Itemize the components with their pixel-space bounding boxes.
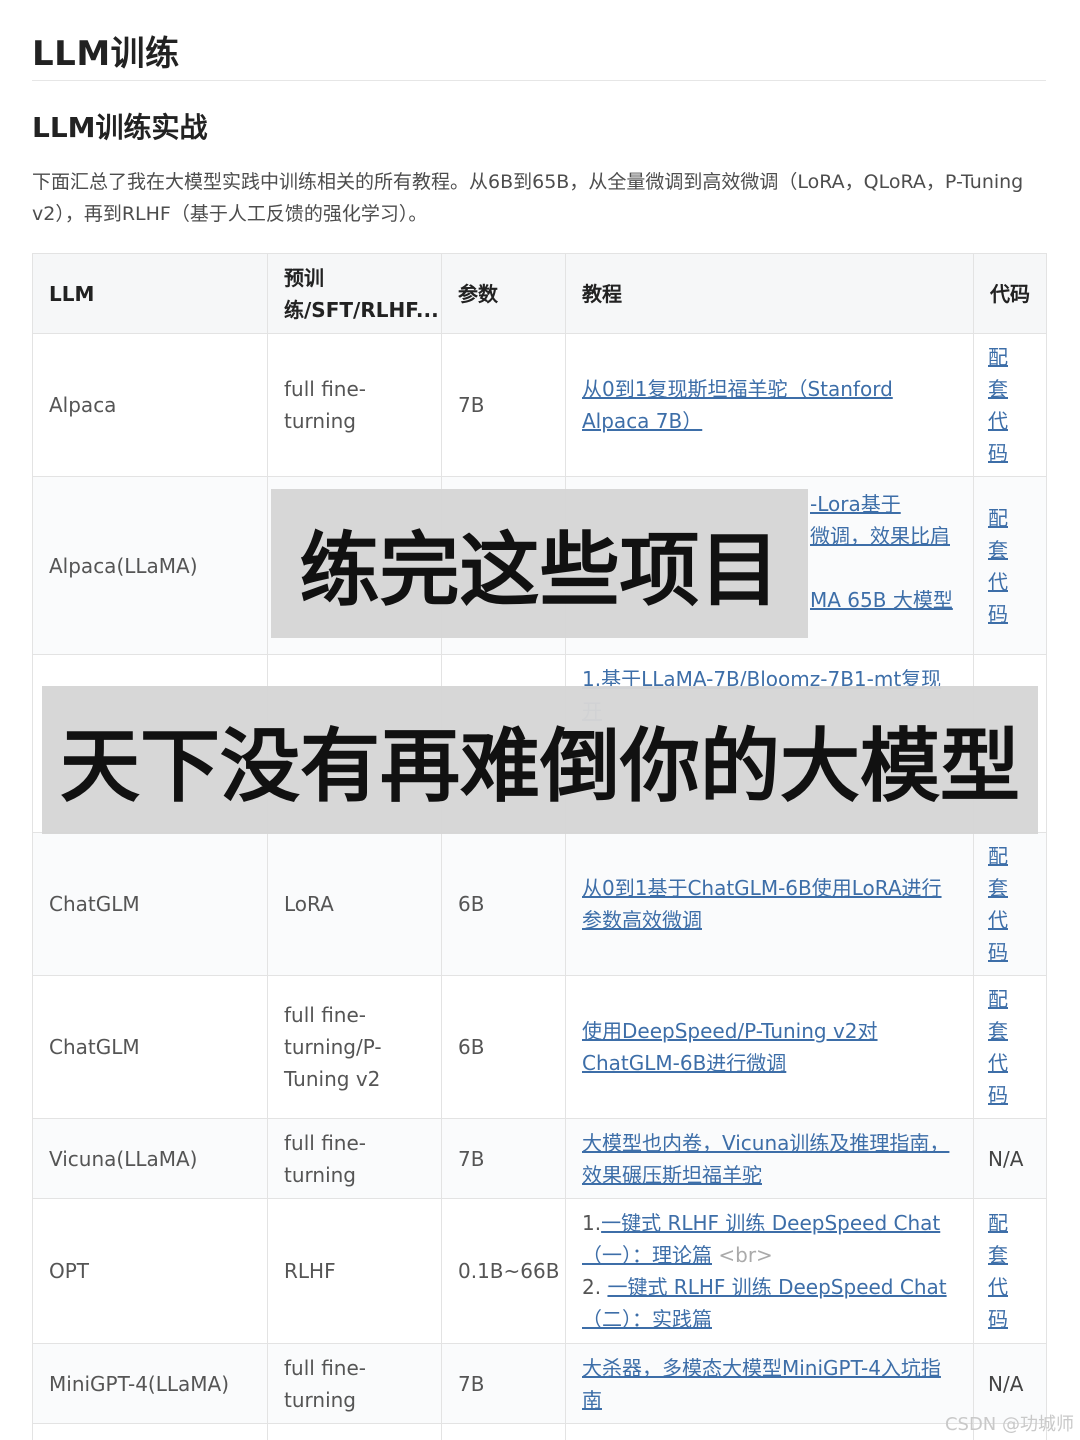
cell-llm: ChatGLM [32, 832, 268, 976]
cell-method: LoRA [267, 832, 442, 976]
list-number: 1. [582, 1211, 602, 1235]
cell-code: N/A [973, 1118, 1047, 1199]
cell-tutorial: 从0到1基于ChatGLM-6B使用LoRA进行参数高效微调 [565, 832, 974, 976]
tutorial-link[interactable]: 使用DeepSpeed/P-Tuning v2对ChatGLM-6B进行微调 [582, 1019, 878, 1075]
article-page: LLM训练 LLM训练实战 下面汇总了我在大模型实践中训练相关的所有教程。从6B… [0, 0, 1080, 1440]
watermark: CSDN @功城师 [944, 1414, 1074, 1435]
cell-tutorial: 大杀器，多模态大模型MiniGPT-4入坑指南 [565, 1343, 974, 1424]
cell-method: full fine-turning [267, 1118, 442, 1199]
cell-tutorial: 1.一键式 RLHF 训练 DeepSpeed Chat（一）：理论篇 <br>… [565, 1198, 974, 1344]
table-row: ChatGLM LoRA 6B 从0到1基于ChatGLM-6B使用LoRA进行… [32, 832, 1047, 976]
cell-method: full fine-turning [267, 333, 442, 477]
cell-llm: ChatGLM [32, 975, 268, 1119]
table-row: Vicuna(LLaMA) full fine-turning 7B 大模型也内… [32, 1118, 1047, 1199]
overlay-caption-2: 天下没有再难倒你的大模型 [42, 686, 1038, 834]
cell-code: 配套代码 [973, 1198, 1047, 1344]
cell-method: RLHF [267, 1198, 442, 1344]
table-row: Alpaca full fine-turning 7B 从0到1复现斯坦福羊驼（… [32, 333, 1047, 477]
code-link[interactable]: 配套代码 [988, 341, 1012, 469]
list-number: 2. [582, 1275, 602, 1299]
cell-code: 配套代码 [973, 832, 1047, 976]
page-title: LLM训练 [32, 34, 180, 74]
cell-params: 6B [441, 832, 566, 976]
header-llm: LLM [32, 253, 268, 334]
tutorial-link[interactable]: 大模型也内卷，Vicuna训练及推理指南，效果碾压斯坦福羊驼 [582, 1131, 949, 1187]
table-header-row: LLM 预训练/SFT/RLHF... 参数 教程 代码 [32, 253, 1047, 334]
code-link[interactable]: 配套代码 [988, 1207, 1012, 1335]
tutorial-link[interactable]: 从0到1复现斯坦福羊驼（Stanford Alpaca 7B） [582, 377, 893, 433]
header-code: 代码 [973, 253, 1047, 334]
cell-params: 6B [441, 975, 566, 1119]
cell-llm: Vicuna(LLaMA) [32, 1118, 268, 1199]
cell-tutorial: 大模型也内卷，Vicuna训练及推理指南，效果碾压斯坦福羊驼 [565, 1118, 974, 1199]
tutorial-link[interactable]: 一键式 RLHF 训练 DeepSpeed Chat（二）：实践篇 [582, 1275, 947, 1331]
table-row: ChatGLM full fine-turning/P-Tuning v2 6B… [32, 975, 1047, 1119]
br-tag-text: <br> [718, 1243, 773, 1267]
training-table: LLM 预训练/SFT/RLHF... 参数 教程 代码 Alpaca full… [32, 253, 1047, 1440]
table-row: MiniGPT-4(LLaMA) full fine-turning 7B 大杀… [32, 1343, 1047, 1424]
cell-code: 配套代码 [973, 333, 1047, 477]
title-divider [32, 80, 1046, 81]
cell-method: full fine-turning [267, 1343, 442, 1424]
header-method: 预训练/SFT/RLHF... [267, 253, 442, 334]
code-link[interactable]: 配套代码 [988, 983, 1012, 1111]
cell-params: 0.1B~66B [441, 1198, 566, 1344]
code-link[interactable]: 配套代码 [988, 840, 1012, 968]
cell-params: 7B [441, 1118, 566, 1199]
header-tutorial: 教程 [565, 253, 974, 334]
cell-method: full fine-turning/P-Tuning v2 [267, 975, 442, 1119]
cell-code: 配套代码 [973, 476, 1047, 655]
cell-llm: Alpaca [32, 333, 268, 477]
header-params: 参数 [441, 253, 566, 334]
tutorial-link-fragment[interactable]: MA 65B 大模型 [810, 584, 953, 613]
overlay-caption-1: 练完这些项目 [271, 489, 808, 638]
tutorial-link[interactable]: 从0到1基于ChatGLM-6B使用LoRA进行参数高效微调 [582, 876, 942, 932]
cell-llm: Alpaca(LLaMA) [32, 476, 268, 655]
section-title: LLM训练实战 [32, 111, 208, 144]
cell-llm: OPT [32, 1198, 268, 1344]
cell-llm: MiniGPT-4(LLaMA) [32, 1343, 268, 1424]
tutorial-link-fragment[interactable]: -Lora基于 [810, 488, 901, 517]
cell-tutorial: 从0到1复现斯坦福羊驼（Stanford Alpaca 7B） [565, 333, 974, 477]
cell-params: 7B [441, 333, 566, 477]
cell-code: 配套代码 [973, 975, 1047, 1119]
cell-params: 7B [441, 1343, 566, 1424]
intro-paragraph: 下面汇总了我在大模型实践中训练相关的所有教程。从6B到65B，从全量微调到高效微… [32, 171, 1024, 225]
cell-tutorial: 使用DeepSpeed/P-Tuning v2对ChatGLM-6B进行微调 [565, 975, 974, 1119]
tutorial-link-fragment[interactable]: 微调，效果比肩 [810, 520, 950, 549]
table-row [32, 1423, 1047, 1440]
tutorial-link[interactable]: 大杀器，多模态大模型MiniGPT-4入坑指南 [582, 1356, 941, 1412]
table-row: OPT RLHF 0.1B~66B 1.一键式 RLHF 训练 DeepSpee… [32, 1198, 1047, 1344]
code-link[interactable]: 配套代码 [988, 502, 1012, 630]
